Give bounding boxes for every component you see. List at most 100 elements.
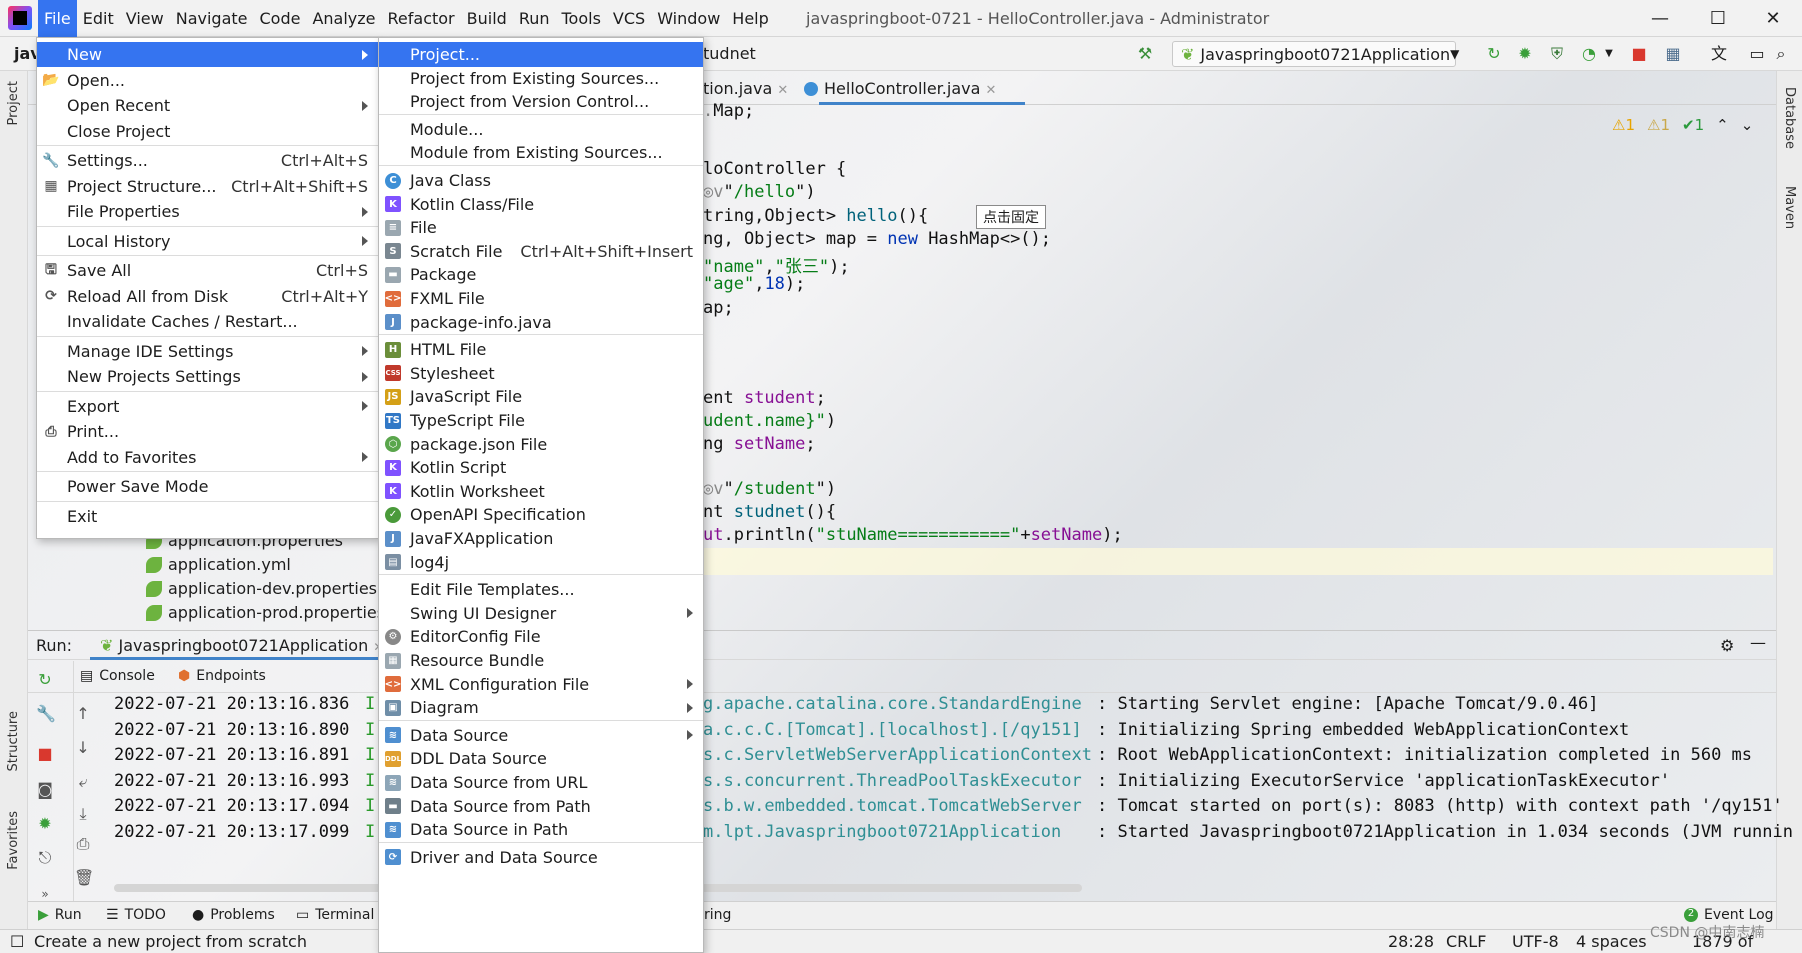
menu-window[interactable]: Window	[651, 0, 726, 37]
chevron-down-icon[interactable]: ⌄	[1741, 116, 1754, 134]
menu-vcs[interactable]: VCS	[607, 0, 651, 37]
problems-tool-tab[interactable]: ● Problems	[192, 907, 275, 923]
console-tab[interactable]: ▤ Console	[80, 668, 155, 684]
project-structure-icon[interactable]: ▦	[1664, 45, 1682, 63]
database-tool-tab[interactable]: Database	[1782, 87, 1797, 149]
new-menu-item-java-class[interactable]: C Java Class	[379, 168, 703, 193]
debug-icon[interactable]: ✹	[1516, 45, 1534, 63]
stop-icon[interactable]: ■	[1630, 45, 1648, 63]
rerun-icon[interactable]: ↻	[1485, 45, 1503, 63]
file-menu-item-exit[interactable]: Exit	[37, 504, 378, 529]
run-tool-tab[interactable]: ▶ Run	[38, 907, 82, 923]
new-menu-item-ddl-data-source[interactable]: DDL DDL Data Source	[379, 746, 703, 771]
scroll-to-end-icon[interactable]: ⤓	[74, 805, 92, 823]
menu-analyze[interactable]: Analyze	[306, 0, 381, 37]
new-menu-item-project-from-version-control[interactable]: Project from Version Control...	[379, 89, 703, 114]
file-menu-item-project-structure[interactable]: ▦ Project Structure... Ctrl+Alt+Shift+S	[37, 174, 378, 199]
menu-navigate[interactable]: Navigate	[170, 0, 254, 37]
new-menu-item-html-file[interactable]: H HTML File	[379, 337, 703, 362]
code-line[interactable]: ng, Object> map = new HashMap<>();	[703, 229, 1051, 249]
new-menu-item-typescript-file[interactable]: TS TypeScript File	[379, 408, 703, 433]
search-icon[interactable]: ⌕	[1772, 45, 1790, 63]
chevron-up-icon[interactable]: ⌃	[1716, 116, 1729, 134]
caret-position[interactable]: 28:28	[1388, 932, 1434, 951]
tool-tab[interactable]: ring	[704, 907, 731, 923]
file-menu-item-new-projects-settings[interactable]: New Projects Settings	[37, 364, 378, 389]
new-menu-item-stylesheet[interactable]: CSS Stylesheet	[379, 361, 703, 386]
run-configuration-select[interactable]: ❦ Javaspringboot0721Application ▼	[1172, 41, 1459, 67]
new-menu-item-data-source[interactable]: ≋ Data Source	[379, 723, 703, 748]
inspection-widget[interactable]: ⚠1 ⚠1 ✔1 ⌃ ⌄	[1612, 116, 1753, 134]
close-window-button[interactable]: ✕	[1744, 0, 1802, 37]
menu-file[interactable]: File	[38, 0, 77, 37]
rerun-icon[interactable]: ↻	[36, 671, 54, 689]
new-menu-item-edit-file-templates[interactable]: Edit File Templates...	[379, 577, 703, 602]
code-line[interactable]: ap;	[703, 298, 734, 318]
code-line[interactable]: ◎v"/student")	[703, 479, 836, 499]
file-menu-item-open[interactable]: 📂 Open...	[37, 68, 378, 93]
favorites-tool-tab[interactable]: Favorites	[6, 811, 21, 870]
menu-tools[interactable]: Tools	[556, 0, 607, 37]
endpoints-tab[interactable]: ⬢ Endpoints	[178, 668, 266, 684]
translate-icon[interactable]: 文	[1710, 45, 1728, 63]
profile-icon[interactable]: ◔	[1580, 45, 1598, 63]
close-icon[interactable]: ✕	[777, 83, 788, 98]
new-menu-item-package-json-file[interactable]: ⬡ package.json File	[379, 432, 703, 457]
new-menu-item-kotlin-script[interactable]: K Kotlin Script	[379, 455, 703, 480]
stop-icon[interactable]: ■	[36, 745, 54, 763]
print-icon[interactable]: ⎙	[74, 835, 92, 853]
line-separator[interactable]: CRLF	[1446, 932, 1486, 951]
new-menu-item-project-from-existing-sources[interactable]: Project from Existing Sources...	[379, 66, 703, 91]
new-menu-item-log4j[interactable]: ▤ log4j	[379, 550, 703, 575]
new-menu-item-diagram[interactable]: ▣ Diagram	[379, 695, 703, 720]
new-menu-item-fxml-file[interactable]: <> FXML File	[379, 286, 703, 311]
code-line[interactable]: ut.println("stuName==========="+setName)…	[703, 525, 1123, 545]
settings-run-icon[interactable]: ✹	[36, 815, 54, 833]
new-menu-item-swing-ui-designer[interactable]: Swing UI Designer	[379, 601, 703, 626]
menu-build[interactable]: Build	[461, 0, 513, 37]
code-line[interactable]: .Map;	[703, 101, 754, 121]
terminal-tool-tab[interactable]: ▭ Terminal	[296, 907, 374, 923]
code-line[interactable]: ent student;	[703, 388, 826, 408]
build-hammer-icon[interactable]: ⚒	[1136, 45, 1154, 63]
tree-item[interactable]: application-prod.properties	[146, 603, 385, 622]
code-line[interactable]: ◎v"/hello")	[703, 182, 816, 202]
wrench-icon[interactable]: 🔧	[36, 705, 56, 723]
new-menu-item-javascript-file[interactable]: JS JavaScript File	[379, 384, 703, 409]
new-menu-item-data-source-in-path[interactable]: ≋ Data Source in Path	[379, 817, 703, 842]
structure-tool-tab[interactable]: Structure	[6, 711, 21, 771]
arrow-down-icon[interactable]: ↓	[74, 739, 92, 757]
soft-wrap-icon[interactable]: ⤶	[74, 773, 92, 791]
new-menu-item-data-source-from-path[interactable]: ▬ Data Source from Path	[379, 794, 703, 819]
project-tool-tab[interactable]: Project	[6, 81, 21, 125]
new-menu-item-driver-and-data-source[interactable]: ⟳ Driver and Data Source	[379, 845, 703, 870]
new-menu-item-file[interactable]: ≡ File	[379, 215, 703, 240]
gear-icon[interactable]: ⚙	[1720, 636, 1734, 655]
file-menu-item-add-to-favorites[interactable]: Add to Favorites	[37, 445, 378, 470]
menu-run[interactable]: Run	[513, 0, 556, 37]
menu-help[interactable]: Help	[726, 0, 774, 37]
new-menu-item-module-from-existing-sources[interactable]: Module from Existing Sources...	[379, 140, 703, 165]
maximize-button[interactable]: ☐	[1689, 0, 1747, 37]
breadcrumb-module[interactable]: tudnet	[703, 44, 756, 63]
new-menu-item-kotlin-class-file[interactable]: K Kotlin Class/File	[379, 192, 703, 217]
file-menu-item-power-save-mode[interactable]: Power Save Mode	[37, 474, 378, 499]
camera-icon[interactable]: ◙	[36, 781, 54, 799]
new-menu-item-package-info-java[interactable]: Jpackage-info.java	[379, 310, 703, 335]
new-menu-item-resource-bundle[interactable]: ▦ Resource Bundle	[379, 648, 703, 673]
file-menu-item-invalidate-caches-restart[interactable]: Invalidate Caches / Restart...	[37, 309, 378, 334]
trash-icon[interactable]: 🗑	[74, 869, 94, 887]
new-menu-item-javafxapplication[interactable]: J JavaFXApplication	[379, 526, 703, 551]
close-icon[interactable]: ✕	[986, 83, 997, 98]
file-menu-item-local-history[interactable]: Local History	[37, 229, 378, 254]
file-menu-item-open-recent[interactable]: Open Recent	[37, 93, 378, 118]
event-log-tab[interactable]: 2 Event Log	[1684, 907, 1774, 923]
code-line[interactable]: nt studnet(){	[703, 502, 836, 522]
code-line[interactable]: ng setName;	[703, 434, 816, 454]
tree-item[interactable]: application.yml	[146, 555, 291, 574]
minimize-button[interactable]: —	[1631, 0, 1689, 37]
code-line[interactable]: loController {	[703, 159, 846, 179]
menu-refactor[interactable]: Refactor	[382, 0, 461, 37]
coverage-icon[interactable]: ⛨	[1548, 45, 1566, 63]
exit-icon[interactable]: ⎋	[36, 849, 54, 867]
